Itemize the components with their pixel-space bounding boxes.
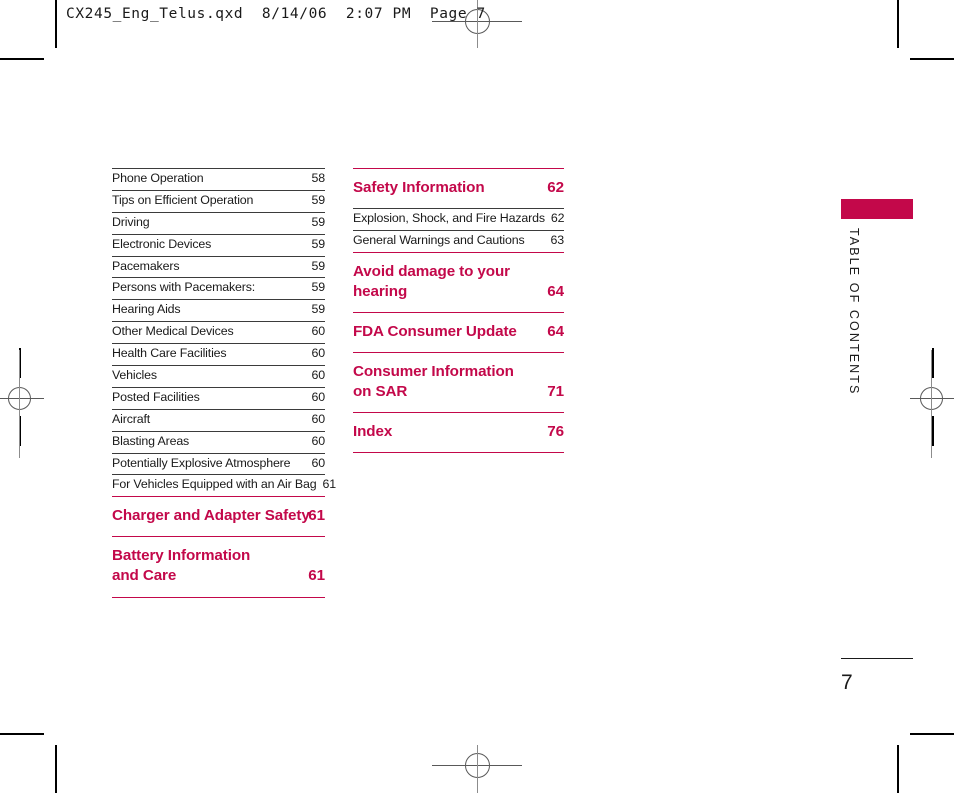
toc-heading-row[interactable]: Safety Information 62 xyxy=(353,168,564,208)
toc-entry-page-number: 60 xyxy=(311,368,326,383)
section-tab-label: TABLE OF CONTENTS xyxy=(847,228,861,396)
toc-entry-row[interactable]: Hearing Aids 59 xyxy=(112,299,325,321)
toc-entry-label: Posted Facilities xyxy=(112,389,200,404)
toc-entry-page-number: 64 xyxy=(547,322,564,340)
toc-entry-label: Tips on Efficient Operation xyxy=(112,192,254,207)
toc-entry-label: General Warnings and Cautions xyxy=(353,232,525,247)
toc-entry-label: For Vehicles Equipped with an Air Bag xyxy=(112,477,317,492)
folio-rule xyxy=(841,658,913,659)
toc-entry-row[interactable]: Health Care Facilities 60 xyxy=(112,343,325,365)
toc-entry-row[interactable]: For Vehicles Equipped with an Air Bag 61 xyxy=(112,474,336,496)
toc-entry-row[interactable]: Explosion, Shock, and Fire Hazards 62 xyxy=(353,208,565,230)
toc-heading-row[interactable]: Avoid damage to your hearing 64 xyxy=(353,251,564,312)
toc-closing-rule xyxy=(353,452,564,454)
toc-entry-page-number: 59 xyxy=(311,258,326,273)
toc-entry-row[interactable]: Electronic Devices 59 xyxy=(112,233,326,256)
toc-entry-label: Pacemakers xyxy=(112,258,180,273)
toc-entry-page-number: 59 xyxy=(311,302,326,317)
toc-entry-page-number: 60 xyxy=(311,433,326,448)
section-tab-block xyxy=(841,199,913,219)
toc-heading-row[interactable]: Battery Information and Care 61 xyxy=(112,536,325,596)
toc-entry-label: Driving xyxy=(112,214,150,229)
toc-entry-row[interactable]: Other Medical Devices 60 xyxy=(112,321,325,343)
toc-column-left: Phone Operation 58 Tips on Efficient Opera… xyxy=(112,168,336,598)
toc-entry-label: Vehicles xyxy=(112,368,157,383)
toc-entry-page-number: 71 xyxy=(547,383,564,401)
toc-entry-page-number: 59 xyxy=(311,192,326,207)
toc-entry-label: Safety Information xyxy=(353,179,485,196)
toc-entry-page-number: 60 xyxy=(311,411,326,426)
toc-entry-row[interactable]: Pacemakers 59 xyxy=(112,255,326,278)
toc-entry-label: Aircraft xyxy=(112,411,151,426)
toc-entry-page-number: 62 xyxy=(547,179,564,196)
toc-entry-page-number: 59 xyxy=(311,236,326,251)
toc-entry-row[interactable]: Posted Facilities 60 xyxy=(112,386,326,409)
toc-entry-label: Health Care Facilities xyxy=(112,346,227,361)
toc-entry-page-number: 62 xyxy=(550,211,565,226)
toc-entry-row[interactable]: Potentially Explosive Atmosphere 60 xyxy=(112,452,326,475)
toc-entry-row[interactable]: Phone Operation 58 xyxy=(112,168,325,190)
toc-entry-page-number: 60 xyxy=(311,455,326,470)
toc-entry-page-number: 61 xyxy=(308,567,325,585)
toc-entry-row[interactable]: Tips on Efficient Operation 59 xyxy=(112,189,326,212)
toc-entry-page-number: 59 xyxy=(311,214,326,229)
toc-entry-row[interactable]: General Warnings and Cautions 63 xyxy=(353,229,565,252)
toc-heading-row[interactable]: Consumer Information on SAR 71 xyxy=(353,352,564,412)
toc-entry-row[interactable]: Vehicles 60 xyxy=(112,365,325,387)
toc-heading-row[interactable]: Index 76 xyxy=(353,412,564,452)
page-number: 7 xyxy=(841,671,853,694)
toc-entry-page-number: 59 xyxy=(311,280,326,295)
toc-entry-label: Other Medical Devices xyxy=(112,324,234,339)
toc-entry-page-number: 60 xyxy=(311,324,326,339)
toc-entry-label: Hearing Aids xyxy=(112,302,181,317)
toc-entry-label: Charger and Adapter Safety xyxy=(112,507,310,525)
toc-entry-label: Battery Information and Care xyxy=(112,547,251,585)
toc-closing-rule xyxy=(112,596,325,598)
toc-entry-row[interactable]: Aircraft 60 xyxy=(112,408,326,431)
toc-entry-label: Blasting Areas xyxy=(112,433,190,448)
toc-entry-label: Avoid damage to your hearing xyxy=(353,262,510,300)
toc-entry-row[interactable]: Blasting Areas 60 xyxy=(112,430,326,453)
toc-entry-label: Index xyxy=(353,423,393,441)
toc-entry-label: Phone Operation xyxy=(112,171,204,185)
toc-entry-page-number: 58 xyxy=(311,171,326,185)
toc-entry-page-number: 64 xyxy=(547,282,564,300)
toc-entry-row[interactable]: Persons with Pacemakers: 59 xyxy=(112,277,325,299)
toc-entry-label: Electronic Devices xyxy=(112,236,212,251)
toc-entry-page-number: 61 xyxy=(322,477,337,492)
toc-entry-label: Potentially Explosive Atmosphere xyxy=(112,455,291,470)
toc-entry-page-number: 60 xyxy=(311,389,326,404)
toc-entry-label: Persons with Pacemakers: xyxy=(112,280,256,295)
toc-column-right: Safety Information 62 Explosion, Shock, an… xyxy=(353,168,565,454)
toc-entry-page-number: 76 xyxy=(547,423,564,441)
table-of-contents: Phone Operation 58 Tips on Efficient Opera… xyxy=(0,0,954,793)
toc-heading-row[interactable]: Charger and Adapter Safety 61 xyxy=(112,496,325,536)
toc-entry-page-number: 63 xyxy=(550,232,565,247)
toc-entry-page-number: 61 xyxy=(308,507,325,525)
toc-entry-label: Explosion, Shock, and Fire Hazards xyxy=(353,211,545,226)
toc-entry-row[interactable]: Driving 59 xyxy=(112,211,326,234)
toc-entry-page-number: 60 xyxy=(311,346,326,361)
toc-entry-label: Consumer Information on SAR xyxy=(353,363,514,401)
toc-entry-label: FDA Consumer Update xyxy=(353,322,517,340)
toc-heading-row[interactable]: FDA Consumer Update 64 xyxy=(353,311,564,352)
